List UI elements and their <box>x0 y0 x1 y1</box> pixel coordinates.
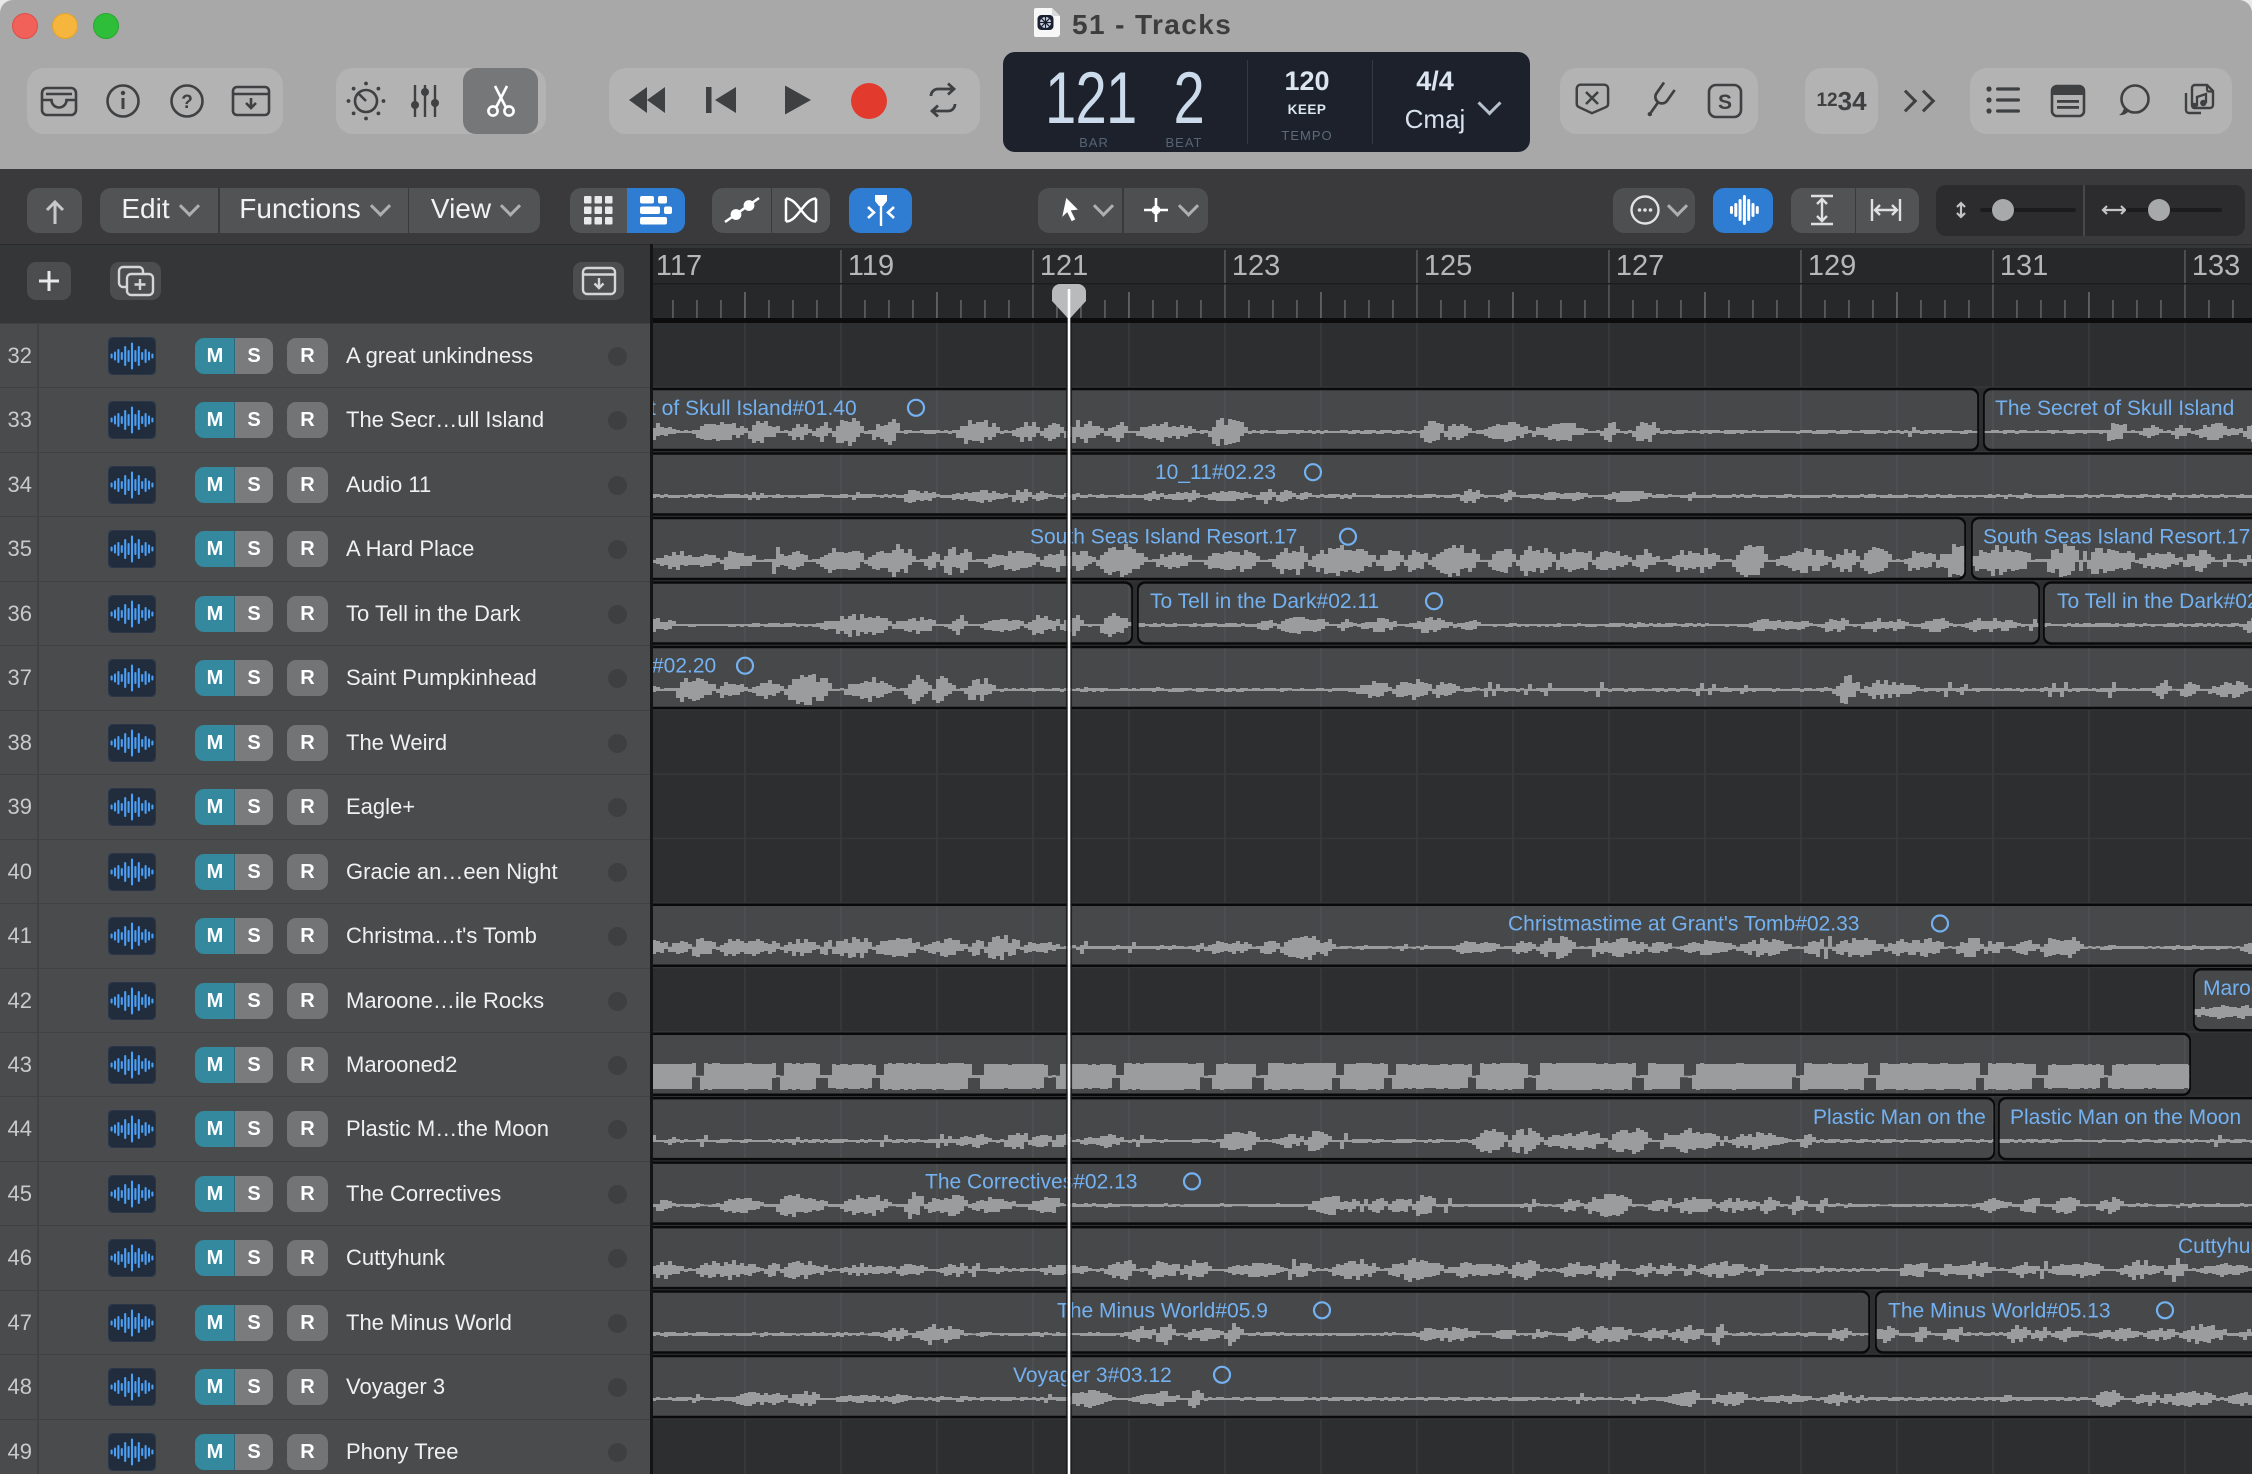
svg-text:#02.20: #02.20 <box>652 655 716 678</box>
svg-text:10_11#02.23: 10_11#02.23 <box>1155 461 1276 484</box>
svg-text:131: 131 <box>2000 250 2048 282</box>
svg-text:S: S <box>1718 91 1732 114</box>
svg-text:125: 125 <box>1424 250 1472 282</box>
svg-text:?: ? <box>181 92 193 113</box>
svg-text:South Seas Island Resort.17: South Seas Island Resort.17 <box>1983 526 2250 549</box>
svg-text:Cuttyhunk#02.1: Cuttyhunk#02.1 <box>2178 1235 2252 1258</box>
svg-text:To Tell in the Dark#02: To Tell in the Dark#02 <box>2057 590 2252 613</box>
svg-text:The Secret of Skull Island: The Secret of Skull Island <box>1995 397 2234 420</box>
svg-text:The Minus World#05.13: The Minus World#05.13 <box>1888 1299 2111 1322</box>
svg-text:Christmastime at Grant's Tomb#: Christmastime at Grant's Tomb#02.33 <box>1508 913 1859 936</box>
svg-text:t of Skull Island#01.40: t of Skull Island#01.40 <box>652 397 857 420</box>
svg-text:The Correctives#02.13: The Correctives#02.13 <box>925 1170 1137 1193</box>
svg-text:The Minus World#05.9: The Minus World#05.9 <box>1057 1299 1268 1322</box>
svg-text:Marooned While Rocks: Marooned While Rocks <box>2203 977 2252 1000</box>
svg-text:121: 121 <box>1040 250 1088 282</box>
svg-text:133: 133 <box>2192 250 2240 282</box>
svg-text:Voyager 3#03.12: Voyager 3#03.12 <box>1013 1364 1172 1387</box>
svg-text:129: 129 <box>1808 250 1856 282</box>
svg-text:127: 127 <box>1616 250 1664 282</box>
svg-text:123: 123 <box>1232 250 1280 282</box>
svg-text:117: 117 <box>656 250 702 282</box>
svg-text:To Tell in the Dark#02.11: To Tell in the Dark#02.11 <box>1150 590 1379 613</box>
svg-text:119: 119 <box>848 250 894 282</box>
svg-text:Plastic Man on the Moon: Plastic Man on the Moon <box>2010 1106 2241 1129</box>
